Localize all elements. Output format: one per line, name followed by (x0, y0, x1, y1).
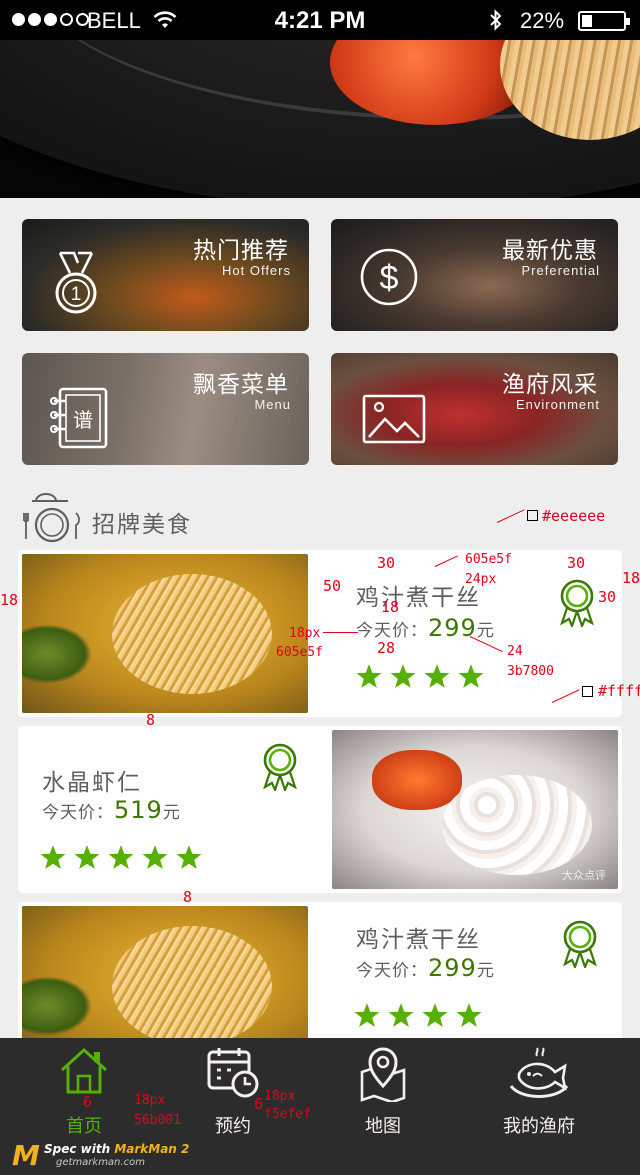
dish-price: 今天价：299元 (356, 954, 495, 982)
star-icon (456, 1003, 482, 1027)
annotation-leader (323, 632, 358, 633)
dish-name: 鸡汁煮干丝 (356, 585, 481, 611)
annotation-tab-gap: 6 (254, 1095, 264, 1113)
svg-text:1: 1 (71, 284, 82, 305)
annotation-pad-top: 30 (377, 554, 396, 572)
map-pin-icon (360, 1047, 406, 1102)
battery-percent: 22% (520, 8, 565, 33)
star-icon (356, 664, 382, 688)
medal-icon: 1 (55, 251, 97, 314)
annotation-badge-top: 30 (567, 554, 586, 572)
annotation-edge-right: 18 (622, 569, 640, 587)
menu-book-label: 谱 (73, 408, 93, 432)
star-icon (108, 845, 134, 869)
tile-title: 飘香菜单 (193, 372, 289, 398)
star-icon (354, 1003, 380, 1027)
dish-photo: 大众点评 (332, 730, 618, 889)
annotation-text-color: 605e5f (465, 552, 512, 567)
annotation-leader (496, 509, 525, 523)
tab-my-profile[interactable]: 我的渔府 (479, 1046, 599, 1146)
dish-name: 水晶虾仁 (42, 770, 142, 796)
status-bar: BELL 4:21 PM 22% (0, 0, 640, 40)
photo-watermark: 大众点评 (562, 869, 606, 882)
menu-book-icon: 谱 (50, 387, 108, 449)
battery-icon (578, 11, 630, 31)
star-icon (388, 1003, 414, 1027)
annotation-label-color: 605e5f (276, 645, 323, 660)
tile-subtitle: Preferential (521, 263, 600, 278)
tile-menu[interactable]: 谱 飘香菜单 Menu (22, 353, 309, 465)
svg-text:$: $ (380, 259, 399, 297)
annotation-price-size: 24 (507, 644, 523, 659)
annotation-price-color: 3b7800 (507, 664, 554, 679)
dish-name: 鸡汁煮干丝 (356, 927, 481, 953)
annotation-swatch (527, 510, 538, 521)
annotation-tab-color: 56b001 (134, 1113, 181, 1128)
rating-stars (356, 663, 484, 689)
calendar-clock-icon (207, 1048, 259, 1098)
tile-environment[interactable]: 渔府风采 Environment (331, 353, 618, 465)
tile-subtitle: Hot Offers (221, 263, 291, 278)
ribbon-badge-icon (263, 743, 297, 791)
section-title: 招牌美食 (92, 512, 192, 538)
annotation-badge-right: 30 (598, 588, 617, 606)
ribbon-badge-icon (560, 579, 594, 627)
tile-subtitle: Menu (254, 397, 291, 412)
annotation-gap-50: 50 (323, 577, 342, 595)
annotation-card-gap: 8 (183, 888, 193, 906)
star-icon (176, 845, 202, 869)
tile-hot-offers[interactable]: 1 热门推荐 Hot Offers (22, 219, 309, 331)
markman-url: getmarkman.com (56, 1157, 145, 1168)
markman-watermark: M Spec with MarkMan 2 getmarkman.com (12, 1140, 212, 1172)
tab-label: 我的渔府 (503, 1116, 575, 1137)
tab-label: 首页 (66, 1116, 102, 1137)
rating-stars (40, 844, 202, 870)
annotation-tab-gap: 6 (83, 1093, 93, 1111)
markman-logo: M (12, 1139, 40, 1172)
tile-preferential[interactable]: $ 最新优惠 Preferential (331, 219, 618, 331)
hero-banner[interactable] (0, 40, 640, 198)
dish-card[interactable]: 水晶虾仁 今天价：519元 大众点评 (18, 726, 622, 893)
dollar-icon: $ (360, 248, 418, 306)
dinner-plate-icon (23, 493, 80, 543)
star-icon (390, 664, 416, 688)
dish-photo (22, 554, 308, 713)
star-icon (74, 845, 100, 869)
tab-map[interactable]: 地图 (323, 1046, 443, 1146)
picture-icon (362, 394, 426, 444)
annotation-card-color: #fffff (598, 682, 640, 700)
rating-stars (354, 1002, 482, 1028)
tile-title: 渔府风采 (502, 372, 598, 398)
markman-title: Spec with MarkMan 2 (44, 1142, 190, 1156)
star-icon (142, 845, 168, 869)
section-header: 招牌美食 (22, 491, 322, 543)
tile-title: 最新优惠 (502, 238, 598, 264)
tab-label: 地图 (365, 1116, 401, 1137)
annotation-swatch (582, 686, 593, 697)
annotation-tab-size: 18px (134, 1093, 166, 1108)
annotation-label-size: 18px (289, 626, 321, 641)
fish-dish-icon (509, 1047, 569, 1098)
star-icon (458, 664, 484, 688)
annotation-gap-18: 18 (381, 598, 400, 616)
star-icon (40, 845, 66, 869)
home-icon (60, 1047, 108, 1094)
ribbon-badge-icon (563, 920, 597, 968)
star-icon (424, 664, 450, 688)
annotation-tab-color: f5efef (264, 1107, 311, 1122)
dish-price: 今天价：519元 (42, 796, 181, 824)
annotation-bg-color: #eeeeee (542, 507, 606, 525)
star-icon (422, 1003, 448, 1027)
annotation-title-size: 24px (465, 572, 497, 587)
tile-subtitle: Environment (516, 397, 600, 412)
annotation-tab-size: 18px (264, 1089, 296, 1104)
bluetooth-icon (490, 9, 502, 31)
annotation-edge-left: 18 (0, 591, 19, 609)
tile-title: 热门推荐 (193, 238, 289, 264)
annotation-card-gap: 8 (146, 711, 156, 729)
annotation-gap-28: 28 (377, 639, 396, 657)
